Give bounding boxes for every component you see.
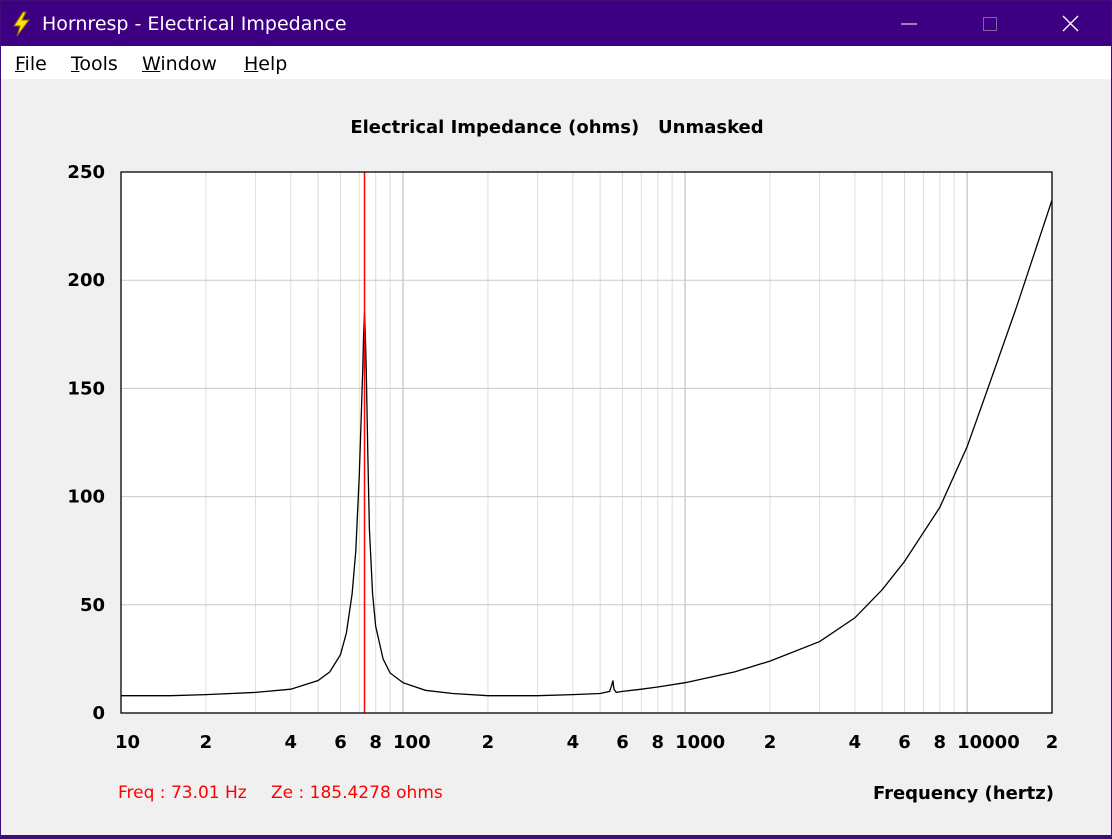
x-tick-label: 10: [115, 732, 140, 753]
menu-file-accel: F: [15, 53, 25, 75]
y-tick-label: 150: [67, 378, 105, 399]
menu-window-accel: W: [142, 53, 161, 75]
menu-file-label: ile: [24, 53, 47, 75]
minimize-button[interactable]: [885, 1, 931, 46]
x-tick-label: 100: [393, 732, 431, 753]
close-button[interactable]: [1047, 1, 1093, 46]
x-axis-ticks: 10 2 4 6 8 100 2 4 6 8 1000 2 4 6 8 10000 2: [115, 732, 1058, 753]
menu-window[interactable]: Window: [142, 53, 217, 75]
plot-frame: [121, 172, 1052, 713]
x-tick-label: 4: [849, 732, 862, 753]
x-tick-label: 6: [898, 732, 911, 753]
menu-help-accel: H: [244, 53, 259, 75]
menu-bar: File Tools Window Help: [1, 46, 1111, 79]
menu-tools[interactable]: Tools: [71, 53, 118, 75]
plot-area: Electrical Impedance (ohms) Unmasked 0 50…: [1, 79, 1111, 835]
menu-file[interactable]: File: [15, 53, 47, 75]
y-axis-ticks: 0 50 100 150 200 250: [67, 162, 105, 724]
x-tick-label: 2: [1046, 732, 1059, 753]
x-tick-label: 2: [200, 732, 213, 753]
chart-title: Electrical Impedance (ohms) Unmasked: [350, 117, 763, 138]
menu-help[interactable]: Help: [244, 53, 287, 75]
x-tick-label: 4: [285, 732, 298, 753]
y-tick-label: 250: [67, 162, 105, 183]
x-tick-label: 1000: [675, 732, 725, 753]
menu-help-label: elp: [258, 53, 288, 75]
maximize-button[interactable]: [966, 1, 1012, 46]
minimize-icon: [901, 23, 917, 25]
lightning-bolt-icon: [13, 11, 30, 37]
menu-window-label: indow: [160, 53, 217, 75]
x-axis-label: Frequency (hertz): [873, 783, 1054, 804]
menu-tools-label: ools: [79, 53, 118, 75]
y-tick-label: 0: [92, 703, 105, 724]
y-tick-label: 50: [80, 595, 105, 616]
x-tick-label: 8: [369, 732, 382, 753]
y-tick-label: 100: [67, 487, 105, 508]
x-tick-label: 2: [764, 732, 777, 753]
x-tick-label: 8: [934, 732, 947, 753]
app-window: Hornresp - Electrical Impedance File Too…: [0, 0, 1112, 836]
maximize-icon: [983, 17, 997, 31]
window-title: Hornresp - Electrical Impedance: [42, 13, 347, 35]
x-tick-label: 4: [567, 732, 580, 753]
close-icon: [1062, 15, 1079, 32]
x-tick-label: 10000: [957, 732, 1020, 753]
x-tick-label: 8: [651, 732, 664, 753]
x-tick-label: 6: [616, 732, 629, 753]
impedance-readout: Ze : 185.4278 ohms: [271, 783, 443, 803]
x-tick-label: 2: [482, 732, 495, 753]
impedance-chart[interactable]: Electrical Impedance (ohms) Unmasked 0 50…: [1, 79, 1111, 835]
x-tick-label: 6: [334, 732, 347, 753]
y-tick-label: 200: [67, 270, 105, 291]
freq-readout: Freq : 73.01 Hz: [118, 783, 247, 803]
title-bar[interactable]: Hornresp - Electrical Impedance: [1, 1, 1111, 46]
